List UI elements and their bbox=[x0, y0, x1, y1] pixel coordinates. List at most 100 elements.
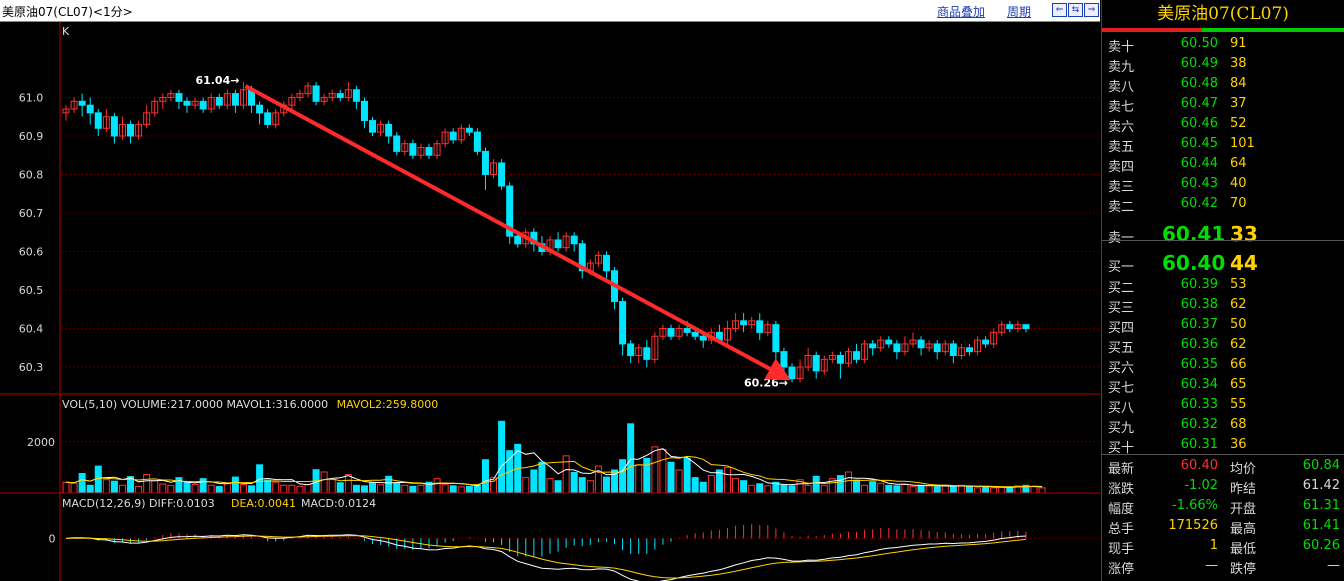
volume-bar bbox=[990, 487, 998, 494]
bid-row[interactable]: 买三 60.38 62 bbox=[1102, 294, 1344, 316]
volume-bar bbox=[94, 465, 102, 494]
macd-header-text: MACD(12,26,9) DIFF:0.0103 bbox=[62, 497, 215, 510]
volume-bar bbox=[643, 457, 651, 494]
ask-row[interactable]: 卖七 60.47 37 bbox=[1102, 93, 1344, 115]
quote-title: 美原油07(CL07) bbox=[1157, 4, 1289, 24]
volume-bar bbox=[118, 484, 126, 494]
volume-bar bbox=[522, 477, 530, 494]
volume-bar bbox=[998, 486, 1006, 494]
ask-row[interactable]: 卖五 60.45 101 bbox=[1102, 133, 1344, 155]
book-divider bbox=[1102, 240, 1344, 241]
stat-label: 跌停 bbox=[1230, 562, 1257, 577]
volume-bar bbox=[473, 484, 481, 494]
chart-toolbar: 美原油07(CL07)<1分> 商品叠加 周期 ⇐ ⇆ ⇒ bbox=[0, 0, 1100, 22]
orderbook-vol: 91 bbox=[1230, 36, 1247, 51]
stat-value: 1 bbox=[1209, 538, 1218, 553]
volume-bar bbox=[627, 423, 635, 494]
period-link[interactable]: 周期 bbox=[1007, 3, 1031, 20]
bid-row[interactable]: 买二 60.39 53 bbox=[1102, 274, 1344, 296]
volume-bar bbox=[893, 485, 901, 494]
macd-panel: MACD(12,26,9) DIFF:0.0103 DEA:0.0041 MACD:… bbox=[49, 497, 1100, 581]
bid-row[interactable]: 买八 60.33 55 bbox=[1102, 394, 1344, 416]
bid-row[interactable]: 买六 60.35 66 bbox=[1102, 354, 1344, 376]
volume-bar bbox=[788, 485, 796, 494]
candle-body bbox=[772, 324, 780, 353]
ask-row[interactable]: 卖六 60.46 52 bbox=[1102, 113, 1344, 135]
volume-bar bbox=[215, 486, 223, 494]
candle-body bbox=[175, 93, 183, 102]
bid-row[interactable]: 买一 60.40 44 bbox=[1102, 248, 1344, 275]
ask-row[interactable]: 卖四 60.44 64 bbox=[1102, 153, 1344, 175]
ask-row[interactable]: 卖一 60.41 33 bbox=[1102, 219, 1344, 246]
orderbook-vol: 33 bbox=[1230, 222, 1258, 246]
candle-body bbox=[514, 235, 522, 245]
orderbook-price: 60.32 bbox=[1180, 417, 1218, 432]
chart-area[interactable]: K 61.0 60.9 60.8 60.7 60.6 60.5 60.4 60.3 61.04→ 6… bbox=[0, 22, 1100, 581]
candle-body bbox=[836, 354, 844, 364]
volume-bar bbox=[877, 482, 885, 494]
ask-row[interactable]: 卖二 60.42 70 bbox=[1102, 193, 1344, 215]
orderbook-vol: 53 bbox=[1230, 277, 1247, 292]
bid-row[interactable]: 买七 60.34 65 bbox=[1102, 374, 1344, 396]
volume-bar bbox=[369, 481, 377, 494]
candle-body bbox=[965, 347, 973, 353]
volume-bar bbox=[231, 476, 239, 494]
volume-bar bbox=[812, 475, 820, 494]
candle-body bbox=[481, 150, 489, 175]
orderbook-label: 卖一 bbox=[1108, 231, 1135, 246]
overlay-commodity-link[interactable]: 商品叠加 bbox=[937, 3, 985, 20]
candle-body bbox=[869, 343, 877, 349]
volume-bar bbox=[756, 483, 764, 494]
orderbook-vol: 62 bbox=[1230, 297, 1247, 312]
orderbook-price: 60.33 bbox=[1180, 397, 1218, 412]
volume-bar bbox=[78, 473, 86, 494]
candle-body bbox=[780, 351, 788, 368]
orderbook-price: 60.47 bbox=[1180, 96, 1218, 111]
bid-row[interactable]: 买十 60.31 36 bbox=[1102, 434, 1344, 456]
volume-bar bbox=[732, 478, 740, 494]
macd-header-text: MACD:0.0124 bbox=[301, 497, 376, 510]
bid-row[interactable]: 买九 60.32 68 bbox=[1102, 414, 1344, 436]
volume-bar bbox=[1038, 487, 1046, 494]
orderbook-price: 60.34 bbox=[1180, 377, 1218, 392]
volume-bar bbox=[578, 477, 586, 494]
volume-bar bbox=[925, 485, 933, 494]
volume-bar bbox=[554, 480, 562, 494]
ask-row[interactable]: 卖十 60.50 91 bbox=[1102, 33, 1344, 55]
ask-row[interactable]: 卖九 60.49 38 bbox=[1102, 53, 1344, 75]
stats-row: 涨停 — 跌停 — bbox=[1102, 555, 1344, 577]
nav-swap-button[interactable]: ⇆ bbox=[1068, 3, 1083, 17]
volume-bar bbox=[304, 484, 312, 494]
volume-bar bbox=[844, 471, 852, 494]
volume-bar bbox=[965, 486, 973, 494]
orderbook-vol: 37 bbox=[1230, 96, 1247, 111]
volume-bar bbox=[280, 484, 288, 494]
stat-value: — bbox=[1205, 558, 1218, 573]
nav-left-button[interactable]: ⇐ bbox=[1052, 3, 1067, 17]
orderbook-price: 60.45 bbox=[1180, 136, 1218, 151]
orderbook-price: 60.46 bbox=[1180, 116, 1218, 131]
stat-value: -1.66% bbox=[1172, 498, 1218, 513]
orderbook-vol: 68 bbox=[1230, 417, 1247, 432]
volume-bar bbox=[1030, 485, 1038, 494]
candle-body bbox=[449, 131, 457, 141]
orderbook-vol: 36 bbox=[1230, 437, 1247, 452]
stat-value: 60.84 bbox=[1302, 458, 1340, 473]
volume-bar bbox=[820, 484, 828, 494]
nav-right-button[interactable]: ⇒ bbox=[1084, 3, 1099, 17]
orderbook-vol: 66 bbox=[1230, 357, 1247, 372]
volume-bar bbox=[360, 485, 368, 494]
candle-body bbox=[78, 100, 86, 106]
volume-bar bbox=[191, 484, 199, 494]
volume-bar bbox=[683, 457, 691, 494]
candle-body bbox=[756, 320, 764, 333]
orderbook-price: 60.44 bbox=[1180, 156, 1218, 171]
ask-row[interactable]: 卖八 60.48 84 bbox=[1102, 73, 1344, 95]
volume-bar bbox=[62, 481, 70, 494]
candle-body bbox=[949, 343, 957, 356]
volume-header-text: MAVOL2:259.8000 bbox=[337, 398, 439, 411]
bid-row[interactable]: 买四 60.37 50 bbox=[1102, 314, 1344, 336]
ask-row[interactable]: 卖三 60.43 40 bbox=[1102, 173, 1344, 195]
bid-row[interactable]: 买五 60.36 62 bbox=[1102, 334, 1344, 356]
orderbook-vol: 50 bbox=[1230, 317, 1247, 332]
